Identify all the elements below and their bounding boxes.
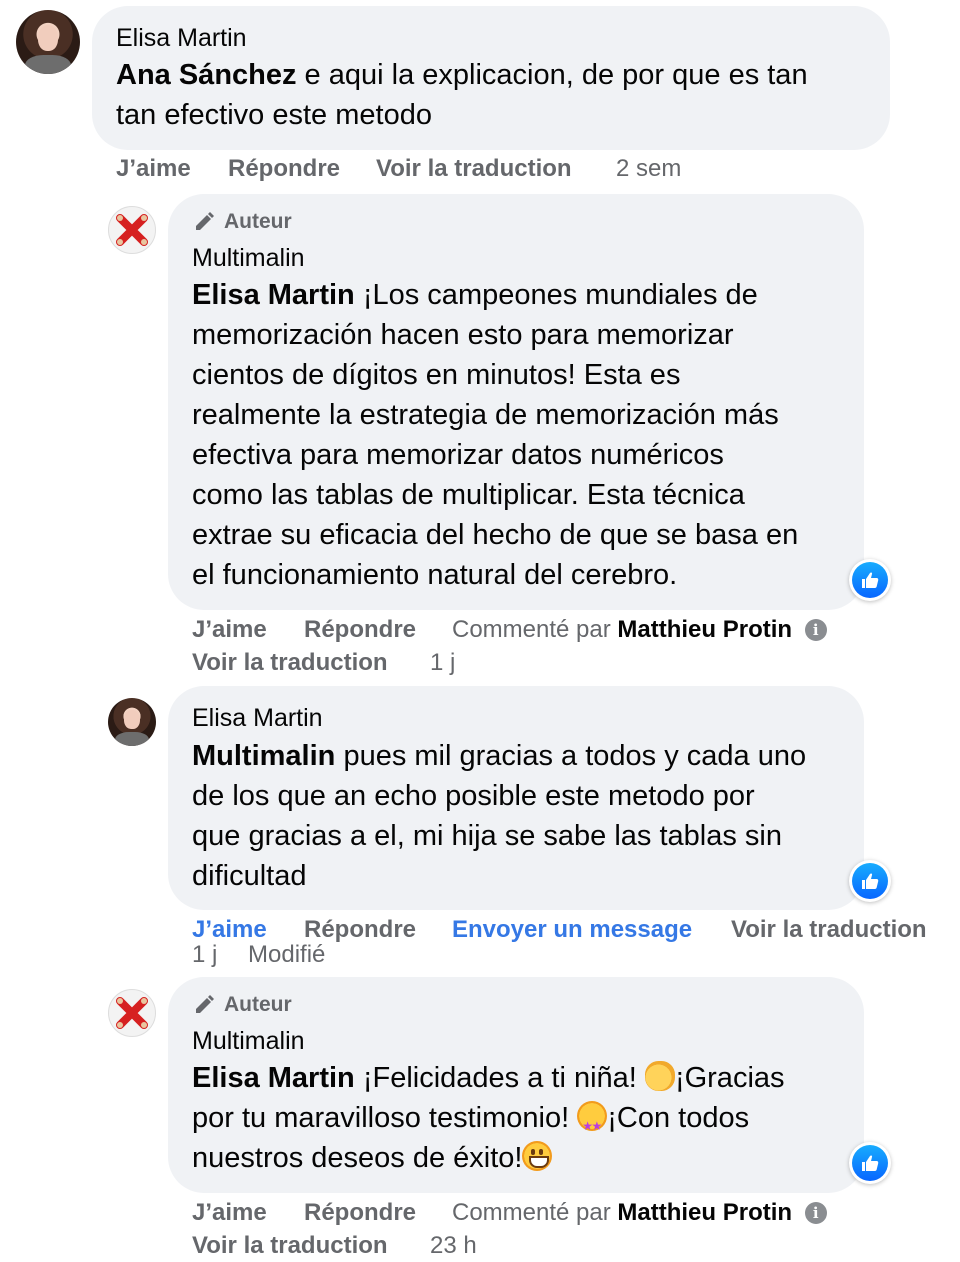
timestamp[interactable]: 1 j [430,649,455,677]
author-badge-label: Auteur [224,993,292,1016]
author-badge: Auteur [192,210,292,234]
like-reaction-badge[interactable] [849,1142,891,1184]
reply-button[interactable]: Répondre [304,916,416,944]
comment-actions: J’aime Répondre Commenté par Matthieu Pr… [192,616,932,680]
comment-text-line: memorización hacen esto para memorizar [192,319,734,351]
comment-author-name[interactable]: Elisa Martin [192,704,323,733]
commented-by-name[interactable]: Matthieu Protin [617,616,792,643]
comment-text-line: e aqui la explicacion, de por que es tan [296,59,808,91]
translate-button[interactable]: Voir la traduction [192,1232,388,1260]
pencil-mic-icon [196,212,214,230]
author-badge-label: Auteur [224,210,292,233]
commented-by-name[interactable]: Matthieu Protin [617,1199,792,1226]
comment-author-name[interactable]: Multimalin [192,1027,305,1056]
reply-button[interactable]: Répondre [304,1199,416,1227]
avatar-face [37,25,59,51]
comment-author-name[interactable]: Elisa Martin [116,24,247,53]
avatar-multimalin[interactable] [108,206,156,254]
avatar-shirt [114,731,150,746]
comment-text-line: cientos de dígitos en minutos! Esta es [192,359,681,391]
avatar-face [124,709,140,729]
avatar-multimalin[interactable] [108,989,156,1037]
mention-link[interactable]: Ana Sánchez [116,59,297,91]
comment-text-line: pues mil gracias a todos y cada uno [335,740,807,772]
like-icon [852,863,888,899]
like-button[interactable]: J’aime [192,616,267,644]
comment-actions: J’aime Répondre Voir la traduction 2 sem [116,155,716,185]
info-icon[interactable]: i [804,619,827,641]
like-reaction-badge[interactable] [849,860,891,902]
reply-button[interactable]: Répondre [304,616,416,644]
comment-text: Ana Sánchez e aqui la explicacion, de po… [116,55,876,135]
comment-text-line: dificultad [192,860,307,892]
comment-text-line: de los que an echo posible este metodo p… [192,780,755,812]
commented-by: Commenté par Matthieu Protin i [452,616,827,644]
comment-actions: J’aime Répondre Envoyer un message Voir … [192,916,952,972]
comment-text: Multimalin pues mil gracias a todos y ca… [192,736,862,896]
comment-text-line: extrae su eficacia del hecho de que se b… [192,519,799,551]
grinning-face-emoji-icon [522,1141,553,1171]
comment-text: Elisa Martin ¡Felicidades a ti niña! ¡Gr… [192,1058,862,1178]
avatar-elisa-martin[interactable] [16,10,80,74]
edited-label: Modifié [248,941,326,968]
multimalin-logo-icon [116,214,148,246]
pencil-mic-icon [196,995,214,1013]
star-struck-emoji-icon [577,1101,608,1146]
comment-text-line: que gracias a el, mi hija se sabe las ta… [192,820,782,852]
comment-text-line: por tu maravilloso testimonio! [192,1102,578,1134]
comment-bubble: Elisa Martin Multimalin pues mil gracias… [168,686,864,910]
comment-text-line: realmente la estrategia de memorización … [192,399,779,431]
avatar-elisa-martin[interactable] [108,698,156,746]
info-icon[interactable]: i [804,1202,827,1224]
translate-button[interactable]: Voir la traduction [376,155,572,183]
comment-bubble: Auteur Multimalin Elisa Martin ¡Felicida… [168,977,864,1193]
timestamp[interactable]: 23 h [430,1232,477,1260]
comment-author-name[interactable]: Multimalin [192,244,305,273]
comment-text-line: ¡Felicidades a ti niña! [354,1062,645,1094]
send-message-button[interactable]: Envoyer un message [452,916,692,944]
comment-actions: J’aime Répondre Commenté par Matthieu Pr… [192,1199,932,1261]
like-button[interactable]: J’aime [192,1199,267,1227]
comment-text-line: nuestros deseos de éxito! [192,1142,523,1174]
author-badge: Auteur [192,993,292,1017]
comment-bubble: Auteur Multimalin Elisa Martin ¡Los camp… [168,194,864,610]
comment-text: Elisa Martin ¡Los campeones mundiales de… [192,275,862,595]
mention-link[interactable]: Elisa Martin [192,1062,355,1094]
multimalin-logo-icon [116,997,148,1029]
avatar-shirt [24,54,72,74]
comment-text-line: ¡Gracias [674,1062,785,1094]
like-icon [852,1145,888,1181]
commented-by-prefix: Commenté par [452,1199,611,1226]
clapping-hands-emoji-icon [644,1061,675,1091]
like-button[interactable]: J’aime [116,155,191,183]
commented-by-prefix: Commenté par [452,616,611,643]
comment-text-line: ¡Los campeones mundiales de [354,279,758,311]
timestamp[interactable]: 2 sem [616,155,681,183]
comment-text-line: el funcionamiento natural del cerebro. [192,559,678,591]
translate-button[interactable]: Voir la traduction [731,916,927,944]
comment-text-line: como las tablas de multiplicar. Esta téc… [192,479,745,511]
commented-by: Commenté par Matthieu Protin i [452,1199,827,1227]
timestamp[interactable]: 1 j [192,941,217,969]
comment-text-line: ¡Con todos [607,1102,750,1134]
like-button[interactable]: J’aime [192,916,267,944]
translate-button[interactable]: Voir la traduction [192,649,388,677]
comment-bubble: Elisa Martin Ana Sánchez e aqui la expli… [92,6,890,150]
comment-text-line: efectiva para memorizar datos numéricos [192,439,724,471]
reply-button[interactable]: Répondre [228,155,340,183]
mention-link[interactable]: Elisa Martin [192,279,355,311]
like-icon [852,562,888,598]
mention-link[interactable]: Multimalin [192,740,335,772]
comment-text-line: tan efectivo este metodo [116,99,432,131]
like-reaction-badge[interactable] [849,559,891,601]
